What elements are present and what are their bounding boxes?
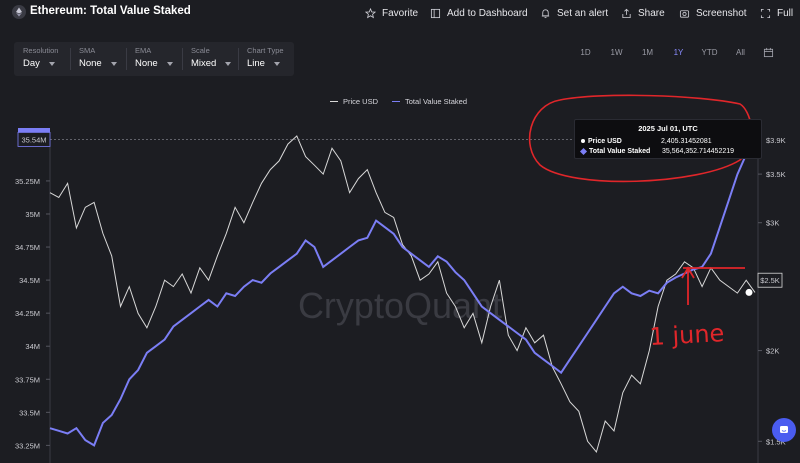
chart-controls: Resolution Day SMA None EMA None Scale M…	[14, 42, 294, 76]
range-1m[interactable]: 1M	[632, 42, 663, 62]
resolution-value: Day	[23, 58, 40, 69]
range-1d[interactable]: 1D	[570, 42, 601, 62]
resolution-select[interactable]: Resolution Day	[14, 42, 70, 76]
scale-value: Mixed	[191, 58, 217, 69]
dashboard-icon	[430, 8, 441, 18]
chevron-down-icon	[166, 61, 173, 66]
tooltip-date-value: 2025 Jul 01	[638, 124, 679, 133]
right-axis-tick-label: $3.5K	[766, 170, 786, 179]
resolution-label: Resolution	[23, 46, 59, 55]
bell-icon	[541, 8, 550, 18]
left-axis-tick-label: 34.5M	[19, 276, 40, 285]
legend-item-price[interactable]: Price USD	[330, 97, 378, 106]
circle-marker-icon	[581, 139, 585, 143]
legend-label-price: Price USD	[343, 97, 379, 106]
left-axis-tick-label: 34.25M	[15, 309, 40, 318]
range-1y[interactable]: 1Y	[663, 42, 694, 62]
ema-select[interactable]: EMA None	[126, 42, 182, 76]
ethereum-logo-icon	[12, 5, 26, 19]
fullscreen-label: Full	[777, 7, 794, 19]
right-axis-tick-label: $2K	[766, 347, 779, 356]
scale-label: Scale	[191, 46, 210, 55]
tooltip-staked-value: 35,564,352.714452219	[662, 147, 735, 155]
right-axis-tick-label: $3K	[766, 219, 779, 228]
ema-value: None	[135, 58, 158, 69]
chart-type-select[interactable]: Chart Type Line	[238, 42, 294, 76]
fullscreen-icon	[760, 8, 771, 18]
left-current-value-label: 35.54M	[21, 135, 46, 144]
camera-icon	[679, 9, 690, 18]
chart-type-label: Chart Type	[247, 46, 284, 55]
chat-support-button[interactable]	[772, 418, 796, 442]
range-all[interactable]: All	[725, 42, 756, 62]
star-icon	[365, 7, 376, 18]
top-bar: Ethereum: Total Value Staked Favorite Ad…	[0, 0, 800, 26]
sma-select[interactable]: SMA None	[70, 42, 126, 76]
left-axis-tick-label: 35.25M	[15, 177, 40, 186]
tooltip-price-label: Price USD	[588, 137, 622, 145]
tooltip-price-value: 2,405.31452081	[661, 137, 712, 145]
chat-icon	[780, 426, 788, 433]
calendar-icon[interactable]	[756, 42, 780, 62]
left-axis-tick-label: 34M	[25, 342, 40, 351]
page-title: Ethereum: Total Value Staked	[30, 5, 191, 17]
chevron-down-icon	[48, 61, 55, 66]
favorite-button[interactable]: Favorite	[365, 5, 418, 21]
annotation-text: 1 june	[649, 319, 725, 351]
tooltip-date: 2025 Jul 01, UTC	[638, 124, 698, 133]
set-alert-button[interactable]: Set an alert	[540, 5, 608, 21]
chevron-down-icon	[273, 61, 280, 66]
ema-label: EMA	[135, 46, 152, 55]
favorite-label: Favorite	[382, 7, 419, 19]
screenshot-button[interactable]: Screenshot	[679, 5, 747, 21]
range-1w[interactable]: 1W	[601, 42, 632, 62]
fullscreen-button[interactable]: Full	[760, 5, 793, 21]
left-axis-tick-label: 34.75M	[15, 243, 40, 252]
chevron-down-icon	[110, 61, 117, 66]
tooltip-row-staked: Total Value Staked 35,564,352.714452219	[579, 146, 755, 156]
right-axis-tick-label: $3.9K	[766, 136, 786, 145]
add-to-dashboard-button[interactable]: Add to Dashboard	[430, 5, 528, 21]
share-icon	[622, 8, 631, 18]
left-axis-tick-label: 35M	[25, 210, 40, 219]
legend-item-staked[interactable]: Total Value Staked	[392, 97, 467, 106]
sma-label: SMA	[79, 46, 96, 55]
legend-swatch	[330, 100, 338, 103]
left-axis-tick-label: 33.5M	[19, 408, 40, 417]
set-alert-label: Set an alert	[557, 7, 609, 19]
range-ytd[interactable]: YTD	[694, 42, 725, 62]
chart-tooltip: 2025 Jul 01, UTC Price USD 2,405.3145208…	[574, 119, 762, 159]
left-axis-tick-label: 33.25M	[15, 441, 40, 450]
screenshot-label: Screenshot	[696, 7, 747, 19]
add-to-dashboard-label: Add to Dashboard	[447, 7, 528, 19]
tooltip-staked-label: Total Value Staked	[589, 147, 651, 155]
share-button[interactable]: Share	[621, 5, 665, 21]
chevron-down-icon	[225, 61, 232, 66]
scale-select[interactable]: Scale Mixed	[182, 42, 238, 76]
left-axis-tick-label: 33.75M	[15, 375, 40, 384]
left-current-value-bar	[18, 128, 50, 132]
legend-label-staked: Total Value Staked	[405, 97, 468, 106]
diamond-marker-icon	[579, 147, 588, 155]
sma-value: None	[79, 58, 102, 69]
range-selector: 1D 1W 1M 1Y YTD All	[570, 42, 780, 62]
share-label: Share	[638, 7, 665, 19]
right-current-value-label: $2.5K	[760, 276, 780, 285]
tooltip-timezone: UTC	[682, 124, 698, 133]
legend-swatch	[392, 100, 401, 103]
chart-type-value: Line	[247, 58, 265, 69]
last-point-circle	[745, 288, 753, 296]
tooltip-row-price: Price USD 2,405.31452081	[581, 136, 755, 146]
chart-legend: Price USD Total Value Staked	[330, 97, 467, 106]
